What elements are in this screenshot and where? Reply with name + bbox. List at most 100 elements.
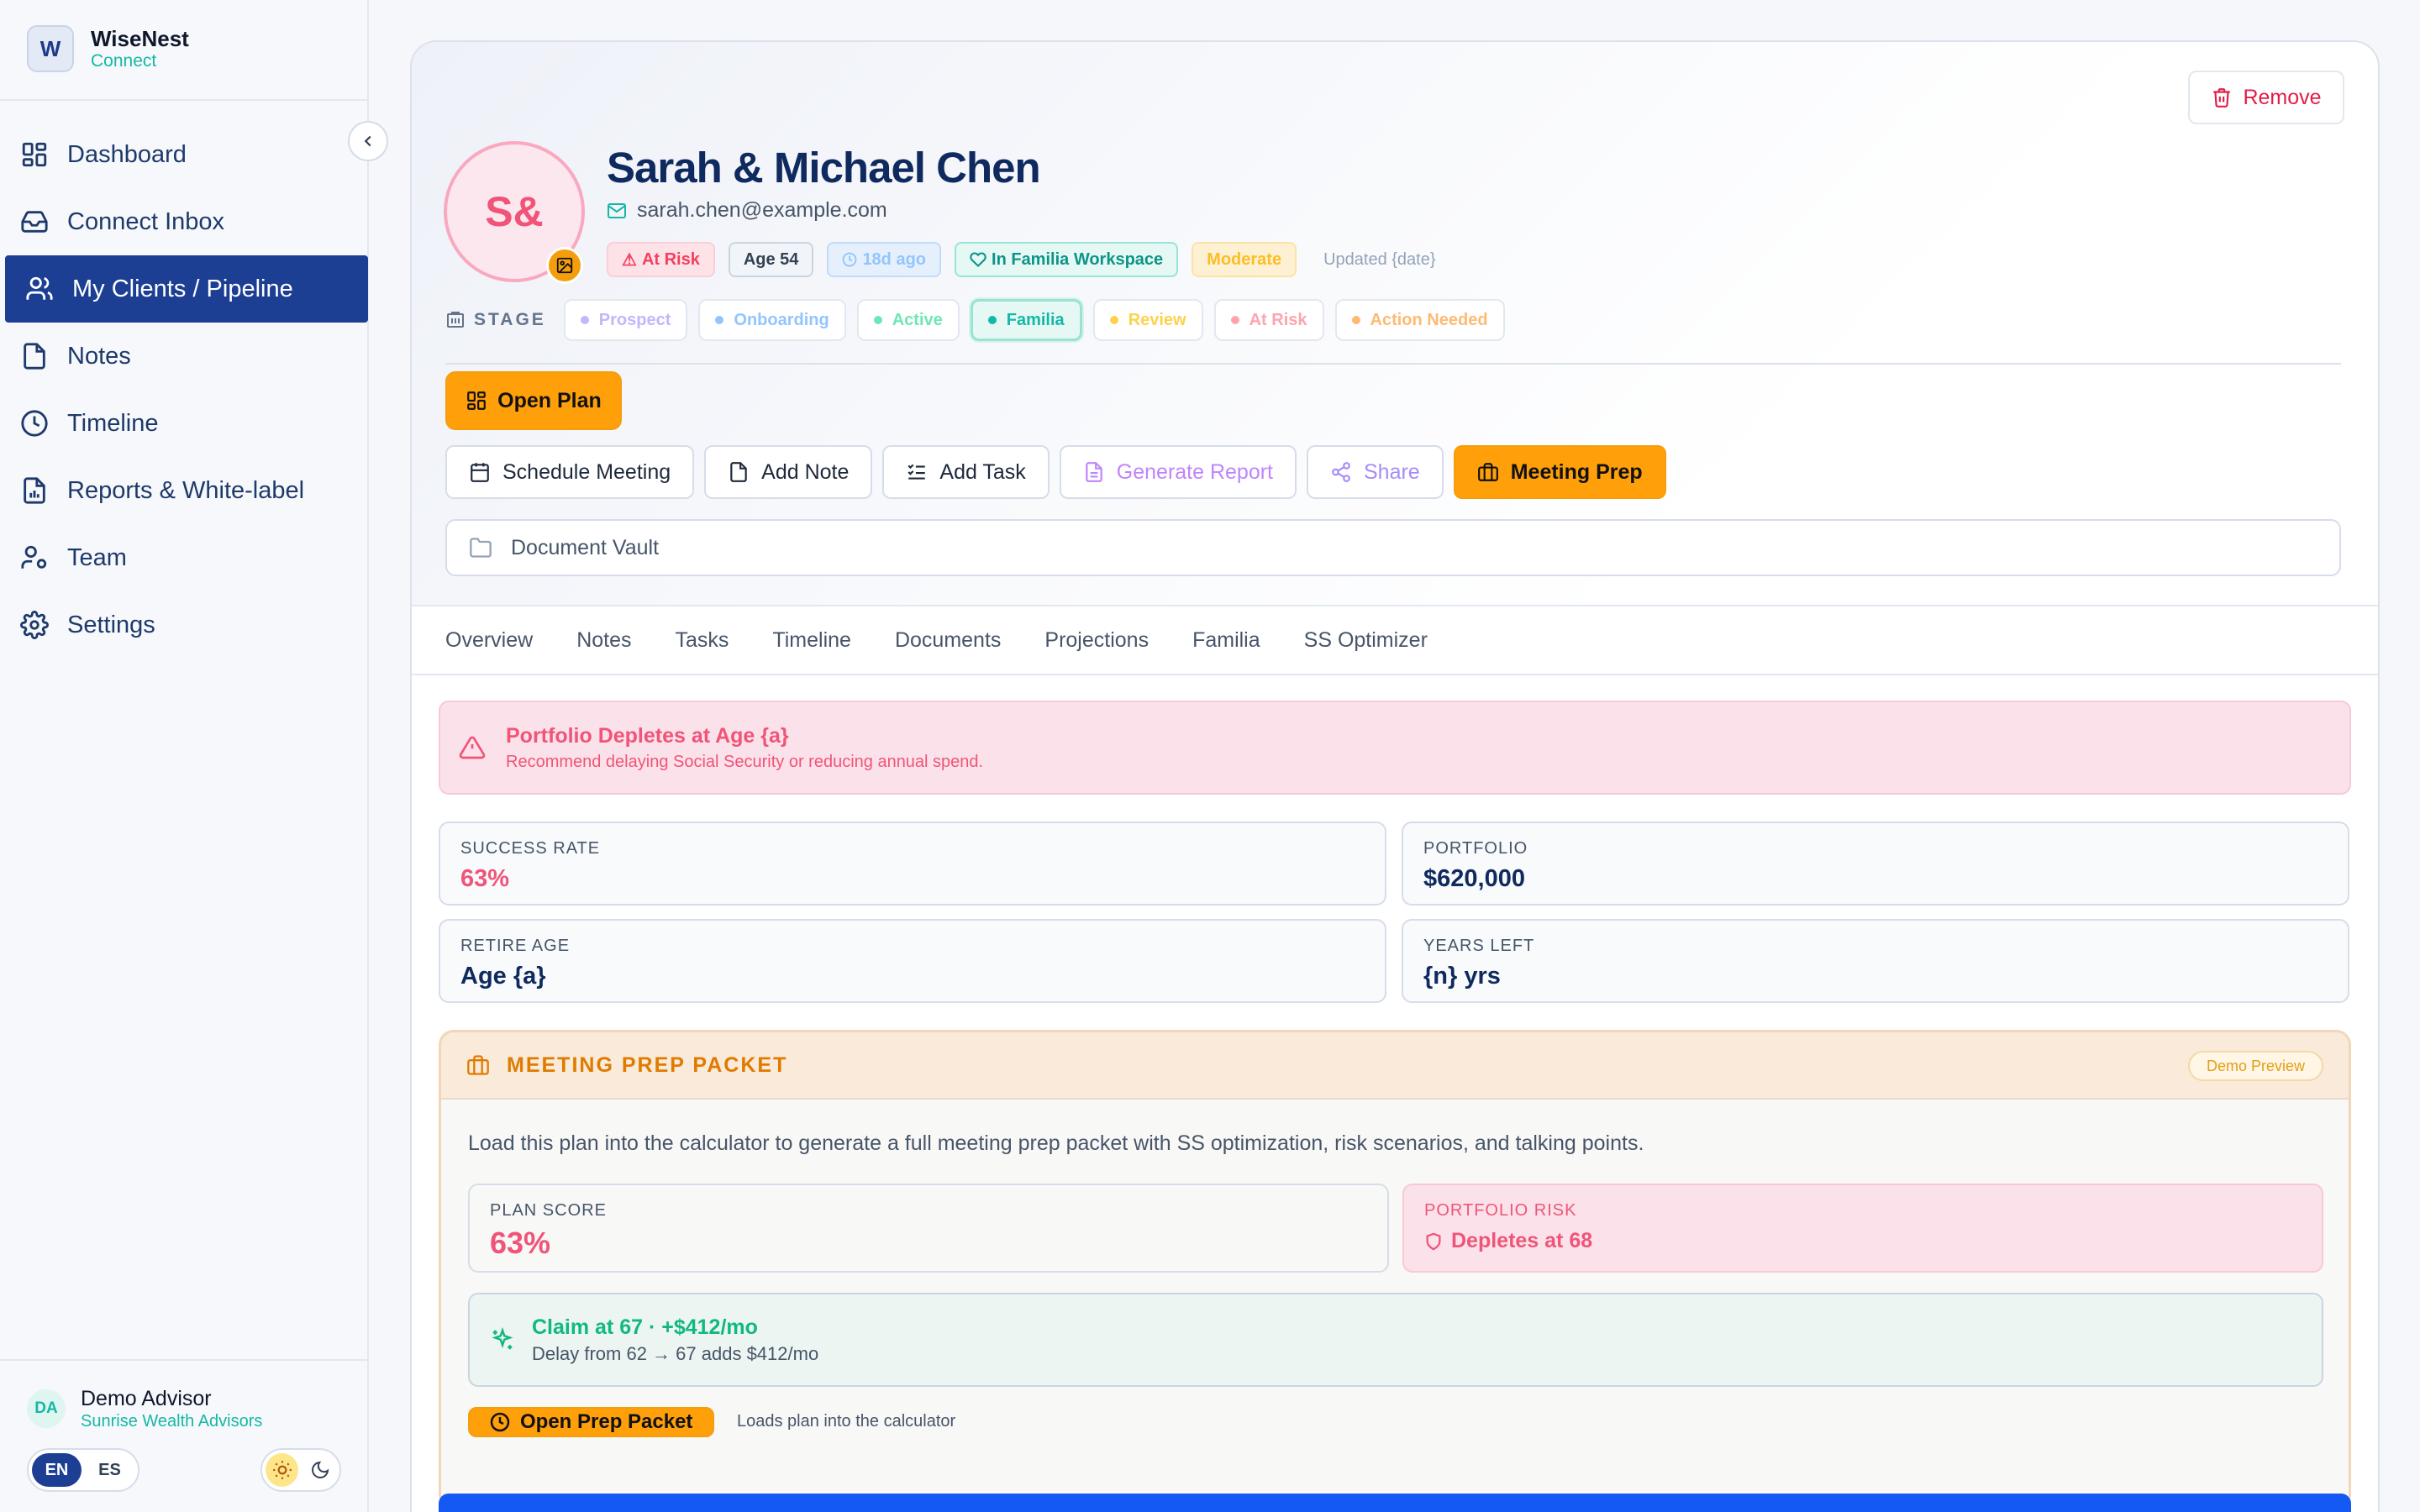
sidebar-item-notes[interactable]: Notes	[5, 323, 368, 390]
share-button[interactable]: Share	[1307, 445, 1444, 499]
sidebar-item-label: Team	[67, 543, 127, 571]
stage-dot	[1351, 316, 1360, 324]
sidebar-item-settings[interactable]: Settings	[5, 591, 368, 659]
remove-button[interactable]: Remove	[2188, 71, 2344, 124]
next-section-header	[439, 1494, 2351, 1512]
sun-icon[interactable]	[266, 1453, 298, 1487]
image-icon	[556, 257, 573, 274]
tab-overview[interactable]: Overview	[445, 628, 533, 653]
stage-chip-active[interactable]: Active	[856, 299, 960, 341]
stat-value: $620,000	[1423, 865, 1525, 892]
stat-years-left: YEARS LEFT {n} yrs	[1402, 919, 2349, 1003]
sidebar-item-team[interactable]: Team	[5, 524, 368, 591]
stage-chip-label: Review	[1128, 310, 1186, 329]
heart-icon	[970, 252, 986, 267]
user-org: Sunrise Wealth Advisors	[81, 1412, 263, 1431]
claim-recommendation: Claim at 67 · +$412/mo Delay from 62 → 6…	[468, 1293, 2323, 1387]
change-photo-button[interactable]	[546, 247, 583, 284]
calendar-icon	[471, 463, 489, 482]
familia-badge: In Familia Workspace	[955, 242, 1179, 277]
sidebar-item-label: Dashboard	[67, 140, 187, 168]
gear-icon	[20, 611, 49, 639]
open-prep-packet-button[interactable]: Open Prep Packet	[468, 1407, 715, 1437]
tab-familia[interactable]: Familia	[1192, 628, 1260, 653]
stage-chip-label: Action Needed	[1370, 310, 1488, 329]
tab-projections[interactable]: Projections	[1044, 628, 1149, 653]
sidebar-item-reports[interactable]: Reports & White-label	[5, 457, 368, 524]
brand-name: WiseNest	[91, 26, 189, 51]
generate-report-button[interactable]: Generate Report	[1059, 445, 1297, 499]
tab-tasks[interactable]: Tasks	[676, 628, 729, 653]
checklist-icon	[908, 464, 926, 480]
warning-icon: ⚠	[622, 250, 637, 270]
stage-label: STAGE	[445, 310, 546, 330]
meeting-prep-description: Load this plan into the calculator to ge…	[468, 1131, 1644, 1155]
user-profile[interactable]: DA Demo Advisor Sunrise Wealth Advisors	[27, 1386, 262, 1431]
client-email[interactable]: sarah.chen@example.com	[607, 198, 887, 223]
sidebar-item-clients[interactable]: My Clients / Pipeline	[5, 255, 368, 323]
document-vault-button[interactable]: Document Vault	[445, 519, 2341, 576]
status-badge-label: At Risk	[641, 249, 700, 269]
sidebar-item-label: Notes	[67, 342, 131, 370]
stage-chip-prospect[interactable]: Prospect	[563, 299, 688, 341]
add-note-label: Add Note	[761, 459, 850, 484]
user-name: Demo Advisor	[81, 1387, 212, 1410]
familia-label: In Familia Workspace	[992, 249, 1164, 269]
stat-value: {n} yrs	[1423, 963, 1501, 990]
add-task-button[interactable]: Add Task	[882, 445, 1050, 499]
add-note-button[interactable]: Add Note	[704, 445, 873, 499]
avatar: DA	[27, 1389, 66, 1428]
tab-timeline[interactable]: Timeline	[772, 628, 851, 653]
lang-es-button[interactable]: ES	[85, 1453, 134, 1487]
tab-notes[interactable]: Notes	[576, 628, 631, 653]
clock-icon	[21, 410, 48, 437]
sidebar-item-inbox[interactable]: Connect Inbox	[5, 188, 368, 255]
lang-en-button[interactable]: EN	[32, 1453, 82, 1487]
note-icon	[730, 462, 747, 482]
sidebar-item-dashboard[interactable]: Dashboard	[5, 121, 368, 188]
tab-documents[interactable]: Documents	[895, 628, 1001, 653]
alert-subtitle: Recommend delaying Social Security or re…	[506, 753, 984, 771]
meeting-prep-button[interactable]: Meeting Prep	[1453, 445, 1666, 499]
stage-chip-familia[interactable]: Familia	[970, 299, 1082, 341]
collapse-sidebar-button[interactable]	[348, 121, 388, 161]
stage-dot	[1230, 316, 1239, 324]
sidebar-item-label: Timeline	[67, 409, 159, 437]
add-task-label: Add Task	[939, 459, 1026, 484]
stat-value: 63%	[460, 865, 510, 892]
brand[interactable]: W WiseNest Connect	[27, 25, 189, 72]
updated-label: Updated {date}	[1323, 249, 1436, 269]
mail-icon	[608, 202, 626, 218]
open-plan-button[interactable]: Open Plan	[445, 371, 622, 430]
stat-portfolio: PORTFOLIO $620,000	[1402, 822, 2349, 906]
sidebar-item-label: Settings	[67, 611, 155, 638]
depletion-alert: Portfolio Depletes at Age {a} Recommend …	[439, 701, 2351, 795]
tab-ss-optimizer[interactable]: SS Optimizer	[1304, 628, 1428, 653]
brand-logo: W	[27, 25, 74, 72]
stage-chip-review[interactable]: Review	[1092, 299, 1203, 341]
briefcase-icon	[467, 1055, 489, 1075]
stage-chip-action-needed[interactable]: Action Needed	[1334, 299, 1505, 341]
sparkles-icon	[492, 1327, 513, 1350]
stage-dot	[715, 316, 724, 324]
sidebar: W WiseNest Connect Dashboard Connect Inb…	[0, 0, 369, 1512]
shield-icon	[1426, 1232, 1441, 1250]
briefcase-icon	[1477, 463, 1498, 481]
moon-icon[interactable]	[303, 1453, 336, 1487]
stage-chip-onboarding[interactable]: Onboarding	[698, 299, 846, 341]
portfolio-risk-value: Depletes at 68	[1451, 1229, 1593, 1252]
stage-chip-label: At Risk	[1249, 310, 1307, 329]
client-tabs: Overview Notes Tasks Timeline Documents …	[412, 605, 2378, 675]
sidebar-item-label: Reports & White-label	[67, 476, 305, 504]
last-contact-badge: 18d ago	[827, 242, 942, 277]
document-vault-label: Document Vault	[511, 535, 660, 559]
chevron-left-icon	[364, 135, 371, 147]
client-name: Sarah & Michael Chen	[607, 144, 1041, 192]
stage-chip-at-risk[interactable]: At Risk	[1213, 299, 1324, 341]
open-prep-note: Loads plan into the calculator	[737, 1412, 956, 1431]
dashboard-icon	[22, 142, 47, 167]
team-icon	[21, 545, 47, 569]
plan-score-label: PLAN SCORE	[490, 1201, 607, 1220]
sidebar-item-timeline[interactable]: Timeline	[5, 390, 368, 457]
schedule-meeting-button[interactable]: Schedule Meeting	[445, 445, 695, 499]
